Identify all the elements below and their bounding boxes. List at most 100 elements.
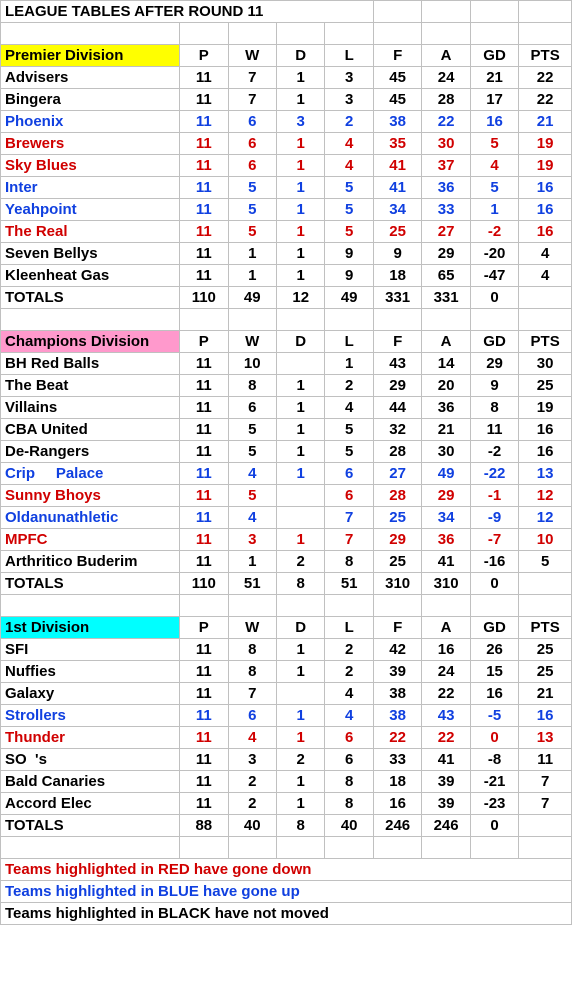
division-header: 1st DivisionPWDLFAGDPTS [1, 617, 572, 639]
stat-a: 29 [422, 243, 470, 265]
stat-l: 2 [325, 639, 373, 661]
totals-d: 8 [276, 573, 324, 595]
column-header: W [228, 617, 276, 639]
stat-w: 7 [228, 683, 276, 705]
column-header: A [422, 617, 470, 639]
column-header: F [373, 45, 421, 67]
stat-w: 8 [228, 661, 276, 683]
stat-gd: -20 [470, 243, 518, 265]
stat-pts: 25 [519, 661, 572, 683]
legend-row-black: Teams highlighted in BLACK have not move… [1, 903, 572, 925]
table-row: Crip Palace114162749-2213 [1, 463, 572, 485]
totals-gd: 0 [470, 287, 518, 309]
stat-pts: 13 [519, 727, 572, 749]
stat-w: 1 [228, 243, 276, 265]
stat-p: 11 [180, 133, 228, 155]
column-header: A [422, 45, 470, 67]
column-header: GD [470, 331, 518, 353]
stat-w: 8 [228, 375, 276, 397]
stat-w: 5 [228, 419, 276, 441]
stat-p: 11 [180, 771, 228, 793]
stat-f: 29 [373, 375, 421, 397]
spacer-cell [276, 309, 324, 331]
totals-a: 310 [422, 573, 470, 595]
spacer-cell [519, 1, 572, 23]
spacer-cell [373, 23, 421, 45]
stat-w: 4 [228, 463, 276, 485]
stat-w: 6 [228, 397, 276, 419]
stat-d: 1 [276, 133, 324, 155]
team-name: Kleenheat Gas [1, 265, 180, 287]
stat-w: 1 [228, 551, 276, 573]
stat-gd: 16 [470, 683, 518, 705]
stat-w: 4 [228, 727, 276, 749]
team-name: MPFC [1, 529, 180, 551]
stat-w: 3 [228, 749, 276, 771]
stat-gd: 21 [470, 67, 518, 89]
stat-l: 6 [325, 727, 373, 749]
team-name: Sky Blues [1, 155, 180, 177]
legend-text: Teams highlighted in BLUE have gone up [1, 881, 572, 903]
stat-l: 2 [325, 375, 373, 397]
stat-p: 11 [180, 727, 228, 749]
table-row: BH Red Balls1110143142930 [1, 353, 572, 375]
stat-a: 49 [422, 463, 470, 485]
spacer-cell [422, 595, 470, 617]
stat-a: 39 [422, 771, 470, 793]
stat-p: 11 [180, 749, 228, 771]
stat-gd: 1 [470, 199, 518, 221]
stat-f: 18 [373, 771, 421, 793]
stat-pts: 22 [519, 89, 572, 111]
table-row: Sunny Bhoys11562829-112 [1, 485, 572, 507]
stat-a: 20 [422, 375, 470, 397]
stat-a: 30 [422, 133, 470, 155]
stat-gd: 0 [470, 727, 518, 749]
spacer-row [1, 23, 572, 45]
division-name: 1st Division [1, 617, 180, 639]
stat-pts: 12 [519, 485, 572, 507]
stat-f: 28 [373, 441, 421, 463]
stat-d [276, 507, 324, 529]
stat-pts: 16 [519, 177, 572, 199]
stat-l: 4 [325, 133, 373, 155]
spacer-cell [180, 595, 228, 617]
stat-l: 2 [325, 111, 373, 133]
team-name: Advisers [1, 67, 180, 89]
stat-l: 5 [325, 221, 373, 243]
stat-f: 38 [373, 705, 421, 727]
stat-p: 11 [180, 529, 228, 551]
stat-pts: 11 [519, 749, 572, 771]
legend-text: Teams highlighted in RED have gone down [1, 859, 572, 881]
spacer-cell [470, 309, 518, 331]
stat-gd: 9 [470, 375, 518, 397]
stat-p: 11 [180, 683, 228, 705]
stat-a: 22 [422, 111, 470, 133]
spacer-row [1, 595, 572, 617]
stat-f: 39 [373, 661, 421, 683]
totals-p: 110 [180, 573, 228, 595]
stat-gd: -7 [470, 529, 518, 551]
stat-d: 3 [276, 111, 324, 133]
stat-a: 41 [422, 551, 470, 573]
stat-l: 8 [325, 551, 373, 573]
totals-a: 331 [422, 287, 470, 309]
stat-d: 1 [276, 661, 324, 683]
table-row: Advisers1171345242122 [1, 67, 572, 89]
stat-pts: 4 [519, 265, 572, 287]
column-header: D [276, 45, 324, 67]
stat-l: 4 [325, 705, 373, 727]
spacer-cell [422, 837, 470, 859]
stat-gd: -8 [470, 749, 518, 771]
stat-p: 11 [180, 353, 228, 375]
spacer-cell [470, 23, 518, 45]
spacer-cell [1, 23, 180, 45]
team-name: Villains [1, 397, 180, 419]
spacer-cell [276, 23, 324, 45]
stat-gd: 8 [470, 397, 518, 419]
team-name: Inter [1, 177, 180, 199]
stat-pts: 19 [519, 155, 572, 177]
stat-l: 9 [325, 243, 373, 265]
legend-text: Teams highlighted in BLACK have not move… [1, 903, 572, 925]
totals-pts [519, 815, 572, 837]
team-name: Arthritico Buderim [1, 551, 180, 573]
